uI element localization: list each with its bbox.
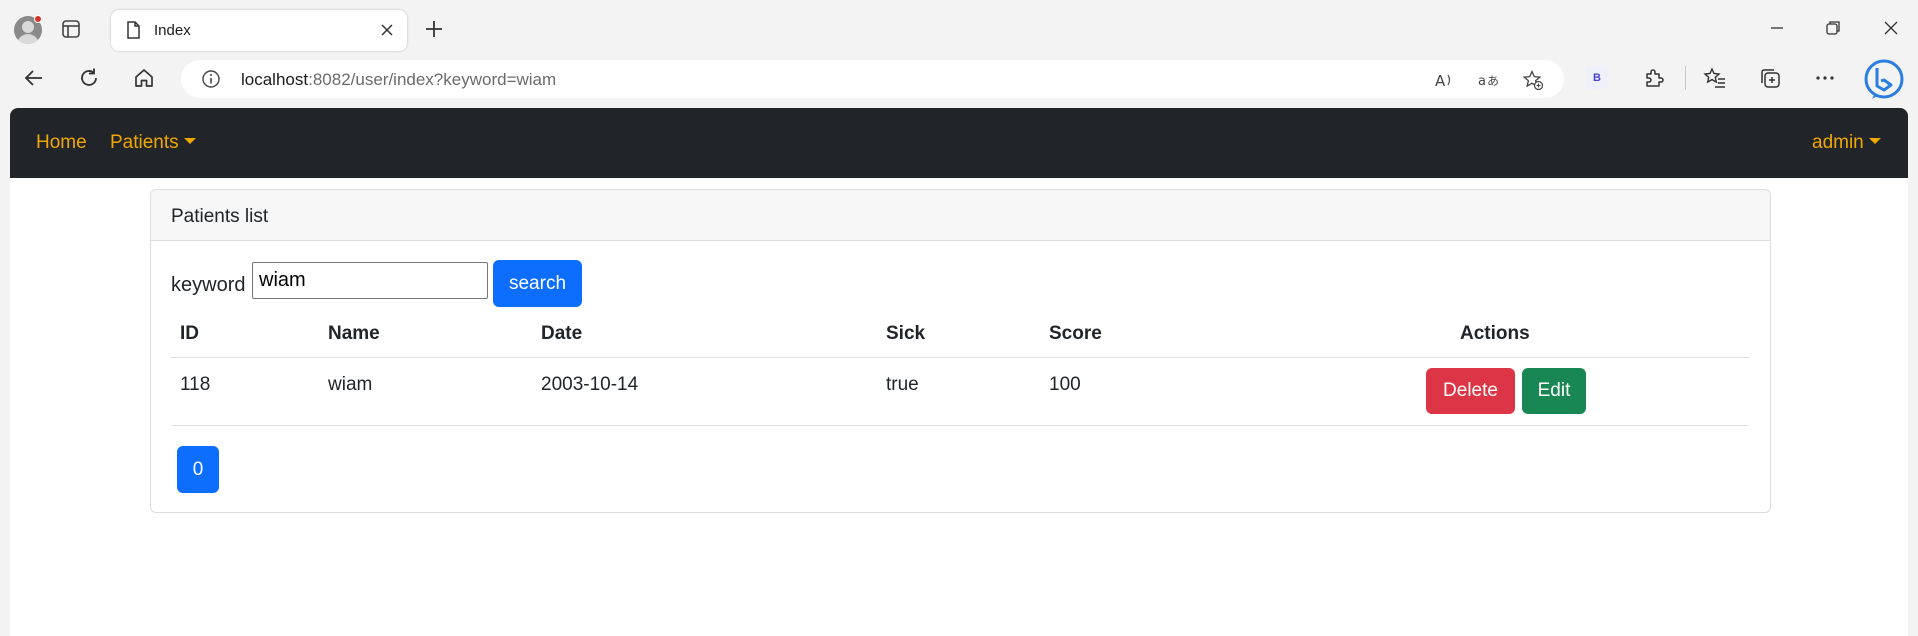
patients-card: Patients list keyword search ID Name Dat… [150, 189, 1771, 513]
cell-sick: true [886, 374, 919, 395]
notification-dot-icon [34, 15, 42, 23]
column-header-actions: Actions [1460, 323, 1530, 344]
delete-button[interactable]: Delete [1426, 368, 1515, 414]
site-info-icon[interactable] [201, 69, 221, 89]
translate-icon[interactable]: aあ [1477, 69, 1499, 91]
close-window-icon[interactable] [1879, 16, 1903, 40]
table-row-divider [171, 425, 1749, 426]
card-title: Patients list [171, 206, 269, 227]
minimize-icon[interactable] [1765, 16, 1789, 40]
column-header-date: Date [541, 323, 583, 344]
browser-tab-bar: Index [0, 0, 1918, 56]
collections-icon[interactable] [1758, 66, 1782, 90]
restore-icon[interactable] [1821, 16, 1845, 40]
table-header-divider [171, 357, 1749, 358]
nav-patients-label: Patients [110, 132, 179, 153]
search-button[interactable]: search [493, 260, 582, 307]
user-name: admin [1812, 132, 1864, 153]
edit-button[interactable]: Edit [1522, 368, 1586, 414]
browser-tab[interactable]: Index [111, 10, 407, 51]
favorites-icon[interactable] [1703, 66, 1727, 90]
close-tab-icon[interactable] [377, 20, 397, 40]
home-icon[interactable] [132, 66, 156, 90]
column-header-name: Name [328, 323, 380, 344]
new-tab-icon[interactable] [422, 17, 446, 41]
top-navbar: Home Patients admin [10, 108, 1908, 178]
user-menu-dropdown[interactable]: admin [1812, 132, 1881, 154]
column-header-id: ID [180, 323, 199, 344]
back-icon[interactable] [22, 66, 46, 90]
svg-text:あ: あ [1487, 74, 1499, 88]
nav-patients-dropdown[interactable]: Patients [110, 132, 196, 154]
cell-date: 2003-10-14 [541, 374, 639, 395]
extension-b-icon[interactable]: B [1586, 67, 1608, 89]
column-header-sick: Sick [886, 323, 926, 344]
extensions-puzzle-icon[interactable] [1642, 66, 1666, 90]
column-header-score: Score [1049, 323, 1102, 344]
keyword-label: keyword [171, 274, 246, 296]
cell-id: 118 [180, 374, 211, 395]
cell-name: wiam [328, 374, 373, 395]
caret-down-icon [183, 138, 196, 145]
cell-score: 100 [1049, 374, 1081, 395]
svg-text:a: a [1478, 74, 1486, 89]
card-header: Patients list [151, 190, 1770, 241]
url-text[interactable]: localhost:8082/user/index?keyword=wiam [241, 70, 556, 90]
tab-title: Index [154, 22, 191, 39]
page-icon [127, 21, 140, 39]
page-viewport: Home Patients admin Patients list keywor… [10, 108, 1908, 636]
toolbar-divider [1685, 66, 1686, 90]
copilot-icon[interactable] [1864, 58, 1904, 100]
refresh-icon[interactable] [77, 66, 101, 90]
keyword-input[interactable] [252, 262, 488, 299]
tab-actions-icon[interactable] [60, 18, 82, 40]
caret-down-icon [1868, 138, 1881, 145]
svg-text:A: A [1435, 72, 1446, 90]
read-aloud-icon[interactable]: A [1433, 69, 1455, 91]
nav-home-link[interactable]: Home [36, 132, 87, 154]
pagination-page-button[interactable]: 0 [177, 446, 219, 493]
address-bar[interactable]: localhost:8082/user/index?keyword=wiam A… [181, 60, 1564, 98]
more-menu-icon[interactable] [1813, 66, 1837, 90]
favorite-add-icon[interactable] [1522, 69, 1544, 91]
